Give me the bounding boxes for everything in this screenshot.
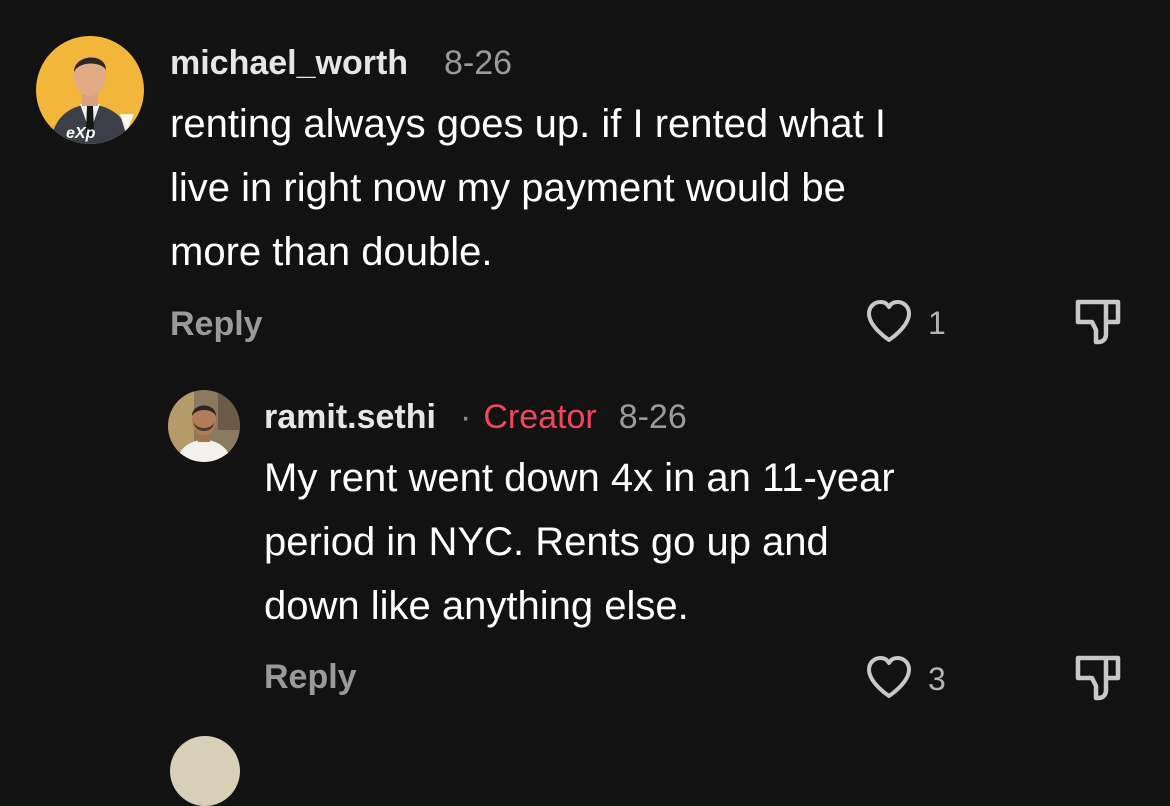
- avatar-logo-text: eXp: [66, 125, 96, 142]
- comment-text: My rent went down 4x in an 11-year perio…: [264, 446, 895, 638]
- reply-button[interactable]: Reply: [264, 658, 357, 697]
- comment-text: renting always goes up. if I rented what…: [170, 92, 886, 284]
- comment-text-line: renting always goes up. if I rented what…: [170, 102, 886, 146]
- comment-text-line: more than double.: [170, 230, 493, 274]
- comment-date: 8-26: [444, 44, 513, 82]
- comment-text-line: period in NYC. Rents go up and: [264, 520, 829, 564]
- comment-michael-worth: eXp michael_worth 8-26 renting always go…: [0, 0, 1170, 360]
- thumbs-down-outline-icon: [1072, 655, 1124, 708]
- comment-ramit-sethi: ramit.sethi · Creator 8-26 My rent went do…: [0, 360, 1170, 744]
- reply-button[interactable]: Reply: [170, 305, 263, 344]
- avatar-image: [168, 390, 240, 462]
- dislike-button[interactable]: [1072, 296, 1124, 353]
- avatar[interactable]: [170, 736, 240, 806]
- creator-badge: Creator: [483, 398, 597, 436]
- thumbs-down-outline-icon: [1072, 299, 1124, 352]
- comment-text-line: My rent went down 4x in an 11-year: [264, 456, 895, 500]
- username[interactable]: ramit.sethi: [264, 398, 436, 437]
- like-count: 3: [928, 661, 946, 697]
- comment-date: 8-26: [618, 398, 687, 436]
- separator-dot: ·: [460, 398, 472, 436]
- like-count: 1: [928, 305, 946, 341]
- dislike-button[interactable]: [1072, 652, 1124, 709]
- avatar[interactable]: [168, 390, 240, 462]
- username[interactable]: michael_worth: [170, 44, 408, 83]
- avatar-image: eXp: [36, 36, 144, 144]
- comment-text-line: down like anything else.: [264, 584, 689, 628]
- heart-outline-icon: [864, 298, 914, 349]
- comment-text-line: live in right now my payment would be: [170, 166, 846, 210]
- comment-meta: · Creator 8-26: [448, 398, 687, 437]
- heart-outline-icon: [864, 654, 914, 705]
- avatar[interactable]: eXp: [36, 36, 144, 144]
- like-button[interactable]: 3: [864, 654, 946, 705]
- like-button[interactable]: 1: [864, 298, 946, 349]
